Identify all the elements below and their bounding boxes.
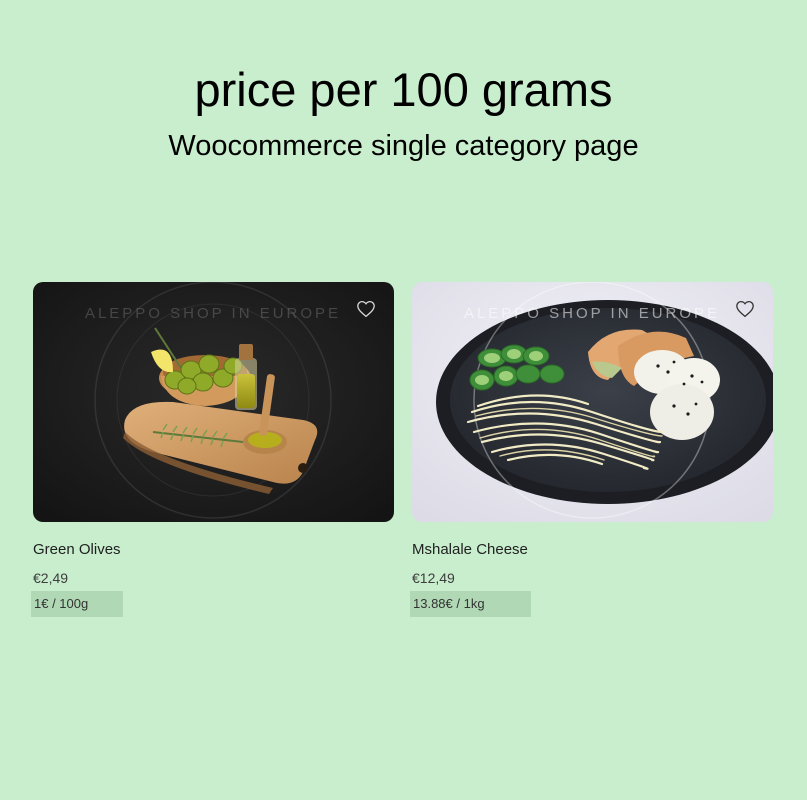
page-title: price per 100 grams	[194, 63, 613, 116]
product-price: €12,49	[412, 570, 455, 586]
product-card-mshalale-cheese[interactable]: ALEPPO SHOP IN EUROPE Mshalale Cheese €1…	[410, 282, 773, 617]
page-subtitle: Woocommerce single category page	[168, 130, 639, 162]
olives-photo: ALEPPO SHOP IN EUROPE	[33, 282, 394, 522]
unit-price-badge: 13.88€ / 1kg	[410, 591, 531, 617]
product-price: €2,49	[33, 570, 69, 586]
product-name[interactable]: Mshalale Cheese	[412, 541, 528, 559]
watermark-text: ALEPPO SHOP IN EUROPE	[464, 305, 720, 322]
wishlist-heart-icon[interactable]	[735, 300, 755, 318]
watermark-text: ALEPPO SHOP IN EUROPE	[85, 305, 341, 322]
product-card-green-olives[interactable]: ALEPPO SHOP IN EUROPE Green Olives €2,49…	[31, 282, 394, 617]
product-image[interactable]: ALEPPO SHOP IN EUROPE	[412, 282, 773, 522]
product-image[interactable]: ALEPPO SHOP IN EUROPE	[33, 282, 394, 522]
product-name[interactable]: Green Olives	[33, 541, 121, 559]
unit-price-badge: 1€ / 100g	[31, 591, 123, 617]
wishlist-heart-icon[interactable]	[356, 300, 376, 318]
cheese-photo: ALEPPO SHOP IN EUROPE	[412, 282, 773, 522]
